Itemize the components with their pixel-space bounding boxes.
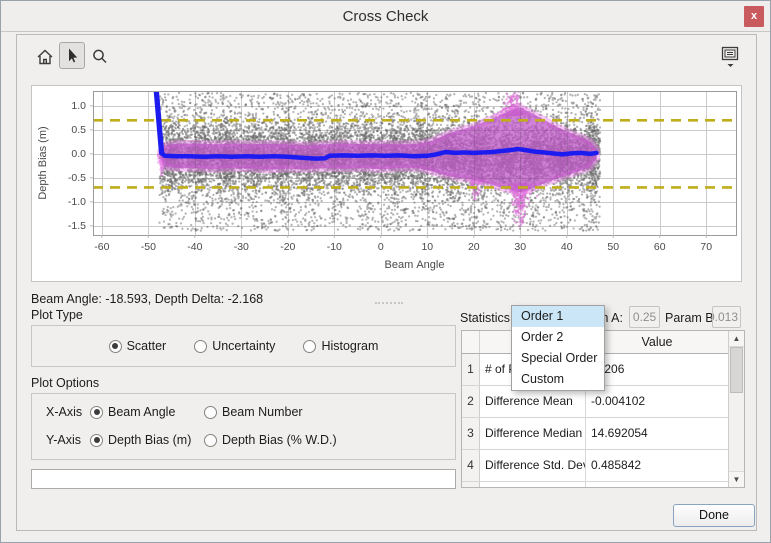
x-axis-label: X-Axis (46, 405, 90, 419)
plot-panel (31, 85, 742, 282)
table-row[interactable]: 5 Difference Range [-8.05, 37.79] (462, 482, 728, 488)
table-row[interactable]: 4 Difference Std. Dev 0.485842 (462, 450, 728, 482)
radio-uncertainty[interactable]: Uncertainty (194, 339, 275, 353)
list-menu-icon (718, 43, 742, 69)
radio-beam-angle[interactable]: Beam Angle (90, 405, 204, 419)
radio-scatter-circle (109, 340, 122, 353)
header-corner[interactable] (462, 331, 480, 353)
param-b-field: 0.013 (712, 306, 741, 328)
scrollbar-thumb[interactable] (730, 347, 743, 393)
plot-menu-button[interactable] (717, 42, 743, 69)
radio-uncertainty-circle (194, 340, 207, 353)
dropdown-item-special-order[interactable]: Special Order (512, 348, 604, 369)
done-button[interactable]: Done (673, 504, 755, 527)
radio-beam-number-circle (204, 406, 217, 419)
dropdown-item-order2[interactable]: Order 2 (512, 327, 604, 348)
radio-depth-bias-m-circle (90, 434, 103, 447)
crosscheck-scatter-plot[interactable] (32, 86, 741, 281)
radio-beam-number[interactable]: Beam Number (204, 405, 303, 419)
radio-depth-bias-pct-circle (204, 434, 217, 447)
radio-depth-bias-m[interactable]: Depth Bias (m) (90, 433, 204, 447)
statistics-label: Statistics (460, 311, 510, 325)
dialog-title: Cross Check (1, 8, 770, 25)
close-icon[interactable]: x (744, 6, 764, 27)
cross-check-dialog: Cross Check x (0, 0, 771, 543)
cursor-arrow-icon (62, 46, 82, 66)
dropdown-item-custom[interactable]: Custom (512, 369, 604, 390)
plot-type-label: Plot Type (31, 308, 83, 322)
plot-options-label: Plot Options (31, 376, 99, 390)
titlebar: Cross Check x (1, 1, 770, 32)
text-field[interactable] (31, 469, 456, 489)
table-row[interactable]: 3 Difference Median 14.692054 (462, 418, 728, 450)
splitter-dots[interactable] (375, 302, 403, 304)
radio-histogram-circle (303, 340, 316, 353)
param-b-label: Param B: (665, 311, 717, 325)
y-axis-label: Y-Axis (46, 433, 90, 447)
table-scrollbar[interactable]: ▲ ▼ (728, 331, 744, 487)
radio-scatter[interactable]: Scatter (109, 339, 167, 353)
scroll-up-icon[interactable]: ▲ (729, 331, 744, 347)
home-button[interactable] (32, 43, 58, 70)
radio-depth-bias-pct[interactable]: Depth Bias (% W.D.) (204, 433, 337, 447)
radio-histogram[interactable]: Histogram (303, 339, 378, 353)
header-value[interactable]: Value (586, 331, 728, 353)
home-icon (35, 47, 55, 67)
search-icon (90, 47, 110, 67)
radio-beam-angle-circle (90, 406, 103, 419)
plot-options-groupbox: X-Axis Beam Angle Beam Number Y-Axis Dep… (31, 393, 456, 460)
zoom-tool-button[interactable] (87, 43, 113, 70)
plot-type-groupbox: Scatter Uncertainty Histogram (31, 325, 456, 367)
cursor-readout: Beam Angle: -18.593, Depth Delta: -2.168 (31, 292, 263, 306)
dropdown-item-order1[interactable]: Order 1 (512, 306, 604, 327)
statistics-order-dropdown: Order 1 Order 2 Special Order Custom (511, 305, 605, 391)
param-a-field: 0.25 (629, 306, 660, 328)
pointer-tool-button[interactable] (59, 42, 85, 69)
scroll-down-icon[interactable]: ▼ (729, 471, 744, 487)
